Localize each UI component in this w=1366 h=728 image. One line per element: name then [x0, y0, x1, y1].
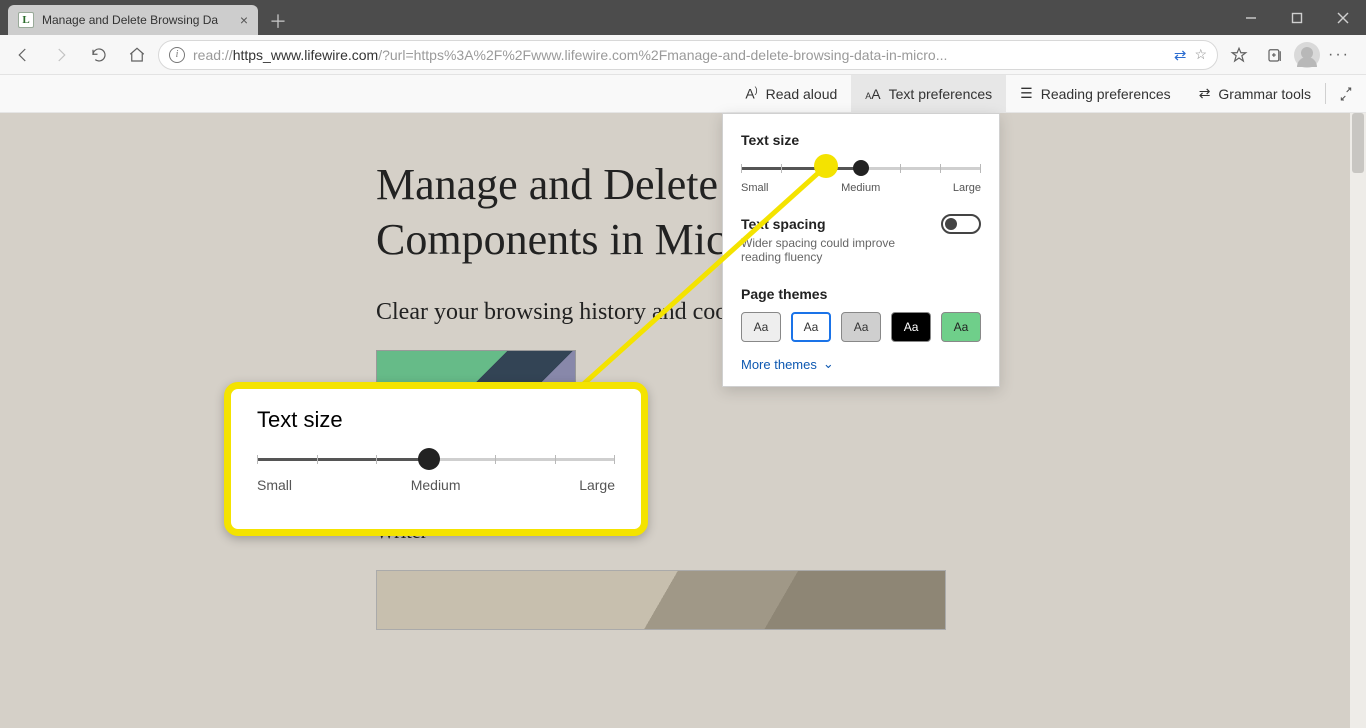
- text-preferences-label: Text preferences: [889, 86, 993, 102]
- grammar-tools-label: Grammar tools: [1218, 86, 1311, 102]
- collections-button[interactable]: [1258, 38, 1292, 72]
- callout-slider-labels: Small Medium Large: [257, 477, 615, 493]
- window-close-button[interactable]: [1320, 0, 1366, 35]
- more-themes-label: More themes: [741, 357, 817, 372]
- theme-dark[interactable]: Aa: [891, 312, 931, 342]
- window-titlebar: L Manage and Delete Browsing Da × ＋: [0, 0, 1366, 35]
- callout-label-small: Small: [257, 477, 292, 493]
- callout-heading: Text size: [257, 407, 615, 433]
- theme-light[interactable]: Aa: [741, 312, 781, 342]
- callout-label-large: Large: [579, 477, 615, 493]
- callout-label-medium: Medium: [411, 477, 461, 493]
- read-aloud-label: Read aloud: [766, 86, 838, 102]
- theme-sepia[interactable]: Aa: [841, 312, 881, 342]
- tab-title: Manage and Delete Browsing Da: [42, 13, 232, 27]
- scrollbar-thumb[interactable]: [1352, 113, 1364, 173]
- text-size-slider-labels: Small Medium Large: [741, 182, 981, 194]
- address-bar[interactable]: i read://https_www.lifewire.com/?url=htt…: [158, 40, 1218, 70]
- pin-toolbar-button[interactable]: [1326, 75, 1366, 112]
- chevron-down-icon: ⌄: [823, 356, 834, 372]
- address-bar-url: read://https_www.lifewire.com/?url=https…: [193, 47, 1166, 63]
- favorite-star-icon[interactable]: ☆: [1194, 46, 1207, 63]
- text-size-heading: Text size: [741, 132, 981, 148]
- callout-anchor-dot: [814, 154, 838, 178]
- text-preferences-icon: AA: [865, 86, 880, 102]
- reading-preferences-icon: ☰: [1020, 85, 1033, 102]
- site-info-icon[interactable]: i: [169, 47, 185, 63]
- reader-page: Manage and Delete Browsing Data Componen…: [0, 113, 1366, 728]
- grammar-tools-button[interactable]: ⇄ Grammar tools: [1185, 75, 1325, 112]
- grammar-tools-icon: ⇄: [1199, 85, 1211, 102]
- text-size-callout: Text size Small Medium Large: [224, 382, 648, 536]
- page-themes-heading: Page themes: [741, 286, 981, 302]
- article-hero-image: [376, 570, 946, 630]
- slider-label-medium: Medium: [841, 182, 880, 194]
- page-themes-row: Aa Aa Aa Aa Aa: [741, 312, 981, 342]
- page-scrollbar[interactable]: [1350, 113, 1366, 728]
- slider-label-large: Large: [953, 182, 981, 194]
- window-controls: [1228, 0, 1366, 35]
- more-menu-button[interactable]: ···: [1322, 38, 1356, 72]
- home-button[interactable]: [120, 38, 154, 72]
- browser-toolbar: i read://https_www.lifewire.com/?url=htt…: [0, 35, 1366, 75]
- translate-icon[interactable]: ⇄: [1174, 46, 1187, 64]
- theme-default[interactable]: Aa: [791, 312, 831, 342]
- window-minimize-button[interactable]: [1228, 0, 1274, 35]
- more-themes-link[interactable]: More themes ⌄: [741, 356, 981, 372]
- forward-button[interactable]: [44, 38, 78, 72]
- refresh-button[interactable]: [82, 38, 116, 72]
- text-spacing-heading: Text spacing: [741, 216, 826, 232]
- back-button[interactable]: [6, 38, 40, 72]
- favorites-button[interactable]: [1222, 38, 1256, 72]
- browser-tab[interactable]: L Manage and Delete Browsing Da ×: [8, 5, 258, 35]
- read-aloud-button[interactable]: A) Read aloud: [731, 75, 851, 112]
- tab-close-icon[interactable]: ×: [240, 13, 248, 27]
- reading-preferences-label: Reading preferences: [1041, 86, 1171, 102]
- window-maximize-button[interactable]: [1274, 0, 1320, 35]
- text-spacing-hint: Wider spacing could improve reading flue…: [741, 236, 931, 264]
- new-tab-button[interactable]: ＋: [264, 7, 292, 35]
- text-preferences-panel: Text size Small Medium Large Text spacin…: [722, 113, 1000, 387]
- text-size-slider[interactable]: [741, 156, 981, 180]
- theme-green[interactable]: Aa: [941, 312, 981, 342]
- profile-avatar[interactable]: [1294, 42, 1320, 68]
- reading-preferences-button[interactable]: ☰ Reading preferences: [1006, 75, 1185, 112]
- callout-text-size-slider[interactable]: [257, 447, 615, 475]
- text-preferences-button[interactable]: AA Text preferences: [851, 75, 1006, 112]
- text-spacing-toggle[interactable]: [941, 214, 981, 234]
- read-aloud-icon: A): [745, 85, 757, 102]
- reader-view-toolbar: A) Read aloud AA Text preferences ☰ Read…: [0, 75, 1366, 113]
- slider-label-small: Small: [741, 182, 769, 194]
- tab-favicon: L: [18, 12, 34, 28]
